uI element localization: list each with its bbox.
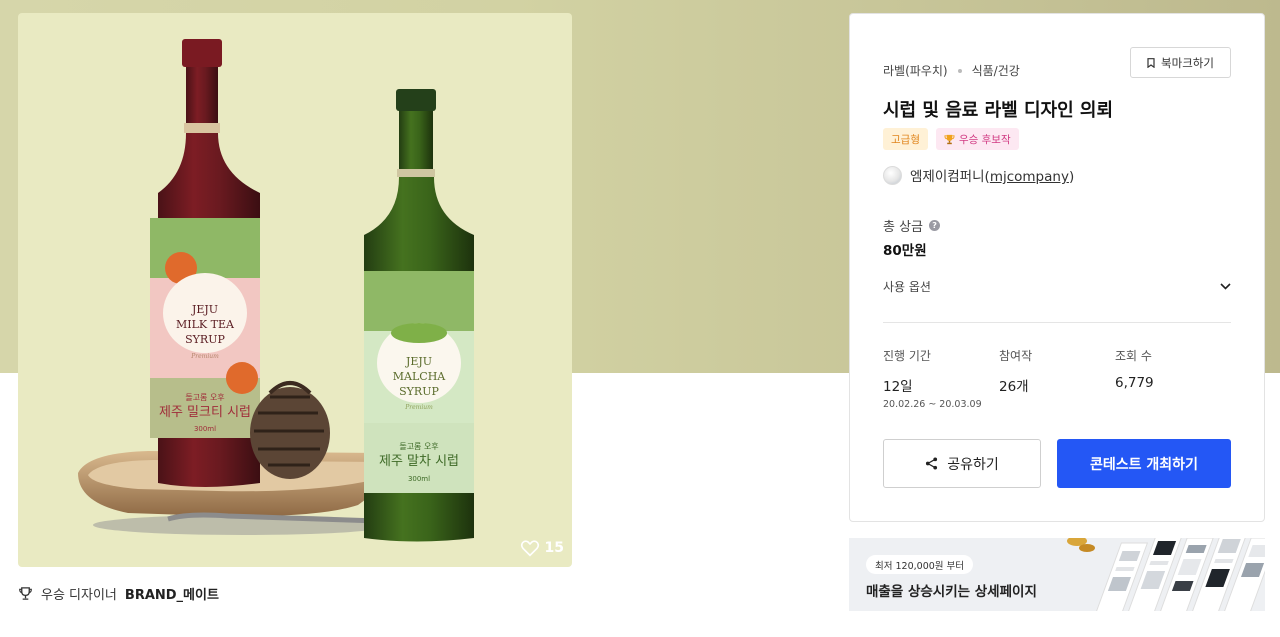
separator-dot: [957, 68, 962, 73]
right-bottle-line1: JEJU: [405, 355, 432, 368]
badge-list: 고급형 우승 후보작: [883, 128, 1019, 150]
contest-info-panel: 북마크하기 라벨(파우치) 식품/건강 시럽 및 음료 라벨 디자인 의뢰 고급…: [849, 13, 1265, 522]
trophy-icon: [19, 587, 32, 600]
bottles-illustration: JEJU MILK TEA SYRUP Premium 돌고롬 오후 제주 밀크…: [78, 39, 474, 542]
stat-value: 6,779: [1115, 375, 1154, 391]
chevron-down-icon: [1220, 282, 1231, 290]
right-bottle-product: 제주 말차 시럽: [379, 454, 459, 469]
left-bottle-line3: SYRUP: [185, 333, 225, 346]
premium-badge: 고급형: [883, 128, 928, 150]
contest-title: 시럽 및 음료 라벨 디자인 의뢰: [883, 100, 1114, 121]
left-bottle-product: 제주 밀크티 시럽: [159, 405, 251, 420]
like-count: 15: [544, 540, 564, 556]
usage-options-label: 사용 옵션: [883, 279, 931, 294]
stat-date-range: 20.02.26 ~ 20.03.09: [883, 399, 982, 410]
stat-entries: 참여작 26개: [999, 347, 1115, 410]
company-handle[interactable]: mjcompany: [990, 169, 1069, 185]
right-bottle-volume: 300ml: [408, 475, 430, 483]
left-bottle-line1: JEJU: [191, 303, 218, 316]
usage-options-toggle[interactable]: 사용 옵션: [883, 276, 1231, 296]
ad-banner[interactable]: 최저 120,000원 부터 매출을 상승시키는 상세페이지: [849, 538, 1265, 611]
category-main[interactable]: 라벨(파우치): [883, 62, 948, 79]
stat-value: 26개: [999, 379, 1029, 395]
category-sub[interactable]: 식품/건강: [972, 62, 1020, 79]
stat-label: 참여작: [999, 349, 1033, 363]
stat-value: 12일: [883, 379, 913, 395]
right-bottle-line2: MALCHA: [393, 370, 447, 383]
like-button[interactable]: 15: [520, 539, 564, 557]
bookmark-icon: [1147, 57, 1155, 68]
stat-duration: 진행 기간 12일 20.02.26 ~ 20.03.09: [883, 347, 999, 410]
designer-prefix: 우승 디자이너: [41, 588, 117, 603]
host-contest-button[interactable]: 콘테스트 개최하기: [1057, 439, 1231, 488]
artwork-image[interactable]: JEJU MILK TEA SYRUP Premium 돌고롬 오후 제주 밀크…: [18, 13, 572, 567]
winner-badge-label: 우승 후보작: [958, 133, 1011, 146]
stat-label: 조회 수: [1115, 349, 1152, 363]
heart-icon: [520, 540, 539, 557]
right-bottle-brand: 돌고롬 오후: [399, 442, 438, 451]
total-prize-label: 총 상금 ?: [883, 216, 941, 235]
client-company[interactable]: 엠제이컴퍼니(mjcompany): [883, 165, 1074, 185]
stat-views: 조회 수 6,779: [1115, 347, 1231, 410]
prize-label-text: 총 상금: [883, 220, 924, 235]
left-bottle-brand: 돌고롬 오후: [185, 393, 224, 402]
help-icon[interactable]: ?: [929, 220, 941, 231]
right-bottle-line3: SYRUP: [399, 385, 439, 398]
company-avatar: [883, 165, 902, 185]
ad-price-pill: 최저 120,000원 부터: [866, 555, 974, 574]
pine-cone: [250, 381, 330, 479]
left-bottle-volume: 300ml: [194, 425, 216, 433]
right-bottle-small: Premium: [404, 404, 433, 411]
designer-name[interactable]: BRAND_메이트: [125, 584, 219, 603]
breadcrumb: 라벨(파우치) 식품/건강: [883, 62, 1020, 79]
company-name: 엠제이컴퍼니: [910, 169, 985, 185]
stat-label: 진행 기간: [883, 349, 931, 363]
left-bottle-line2: MILK TEA: [176, 318, 235, 331]
left-bottle-small: Premium: [190, 353, 219, 360]
premium-badge-label: 고급형: [891, 133, 920, 146]
bookmark-button[interactable]: 북마크하기: [1130, 47, 1231, 78]
winner-candidate-badge: 우승 후보작: [935, 128, 1019, 150]
detail-page-mockups-image: [1067, 538, 1265, 611]
divider: [883, 322, 1231, 323]
total-prize-value: 80만원: [883, 243, 927, 259]
company-paren-close: ): [1068, 169, 1075, 185]
ad-headline: 매출을 상승시키는 상세페이지: [866, 584, 1037, 600]
share-button[interactable]: 공유하기: [883, 439, 1041, 488]
trophy-icon: [944, 134, 955, 144]
bookmark-label: 북마크하기: [1161, 55, 1214, 70]
contest-stats: 진행 기간 12일 20.02.26 ~ 20.03.09 참여작 26개 조회…: [883, 347, 1231, 410]
share-icon: [926, 457, 938, 470]
share-label: 공유하기: [947, 456, 999, 473]
winner-designer: 우승 디자이너 BRAND_메이트: [18, 584, 219, 603]
